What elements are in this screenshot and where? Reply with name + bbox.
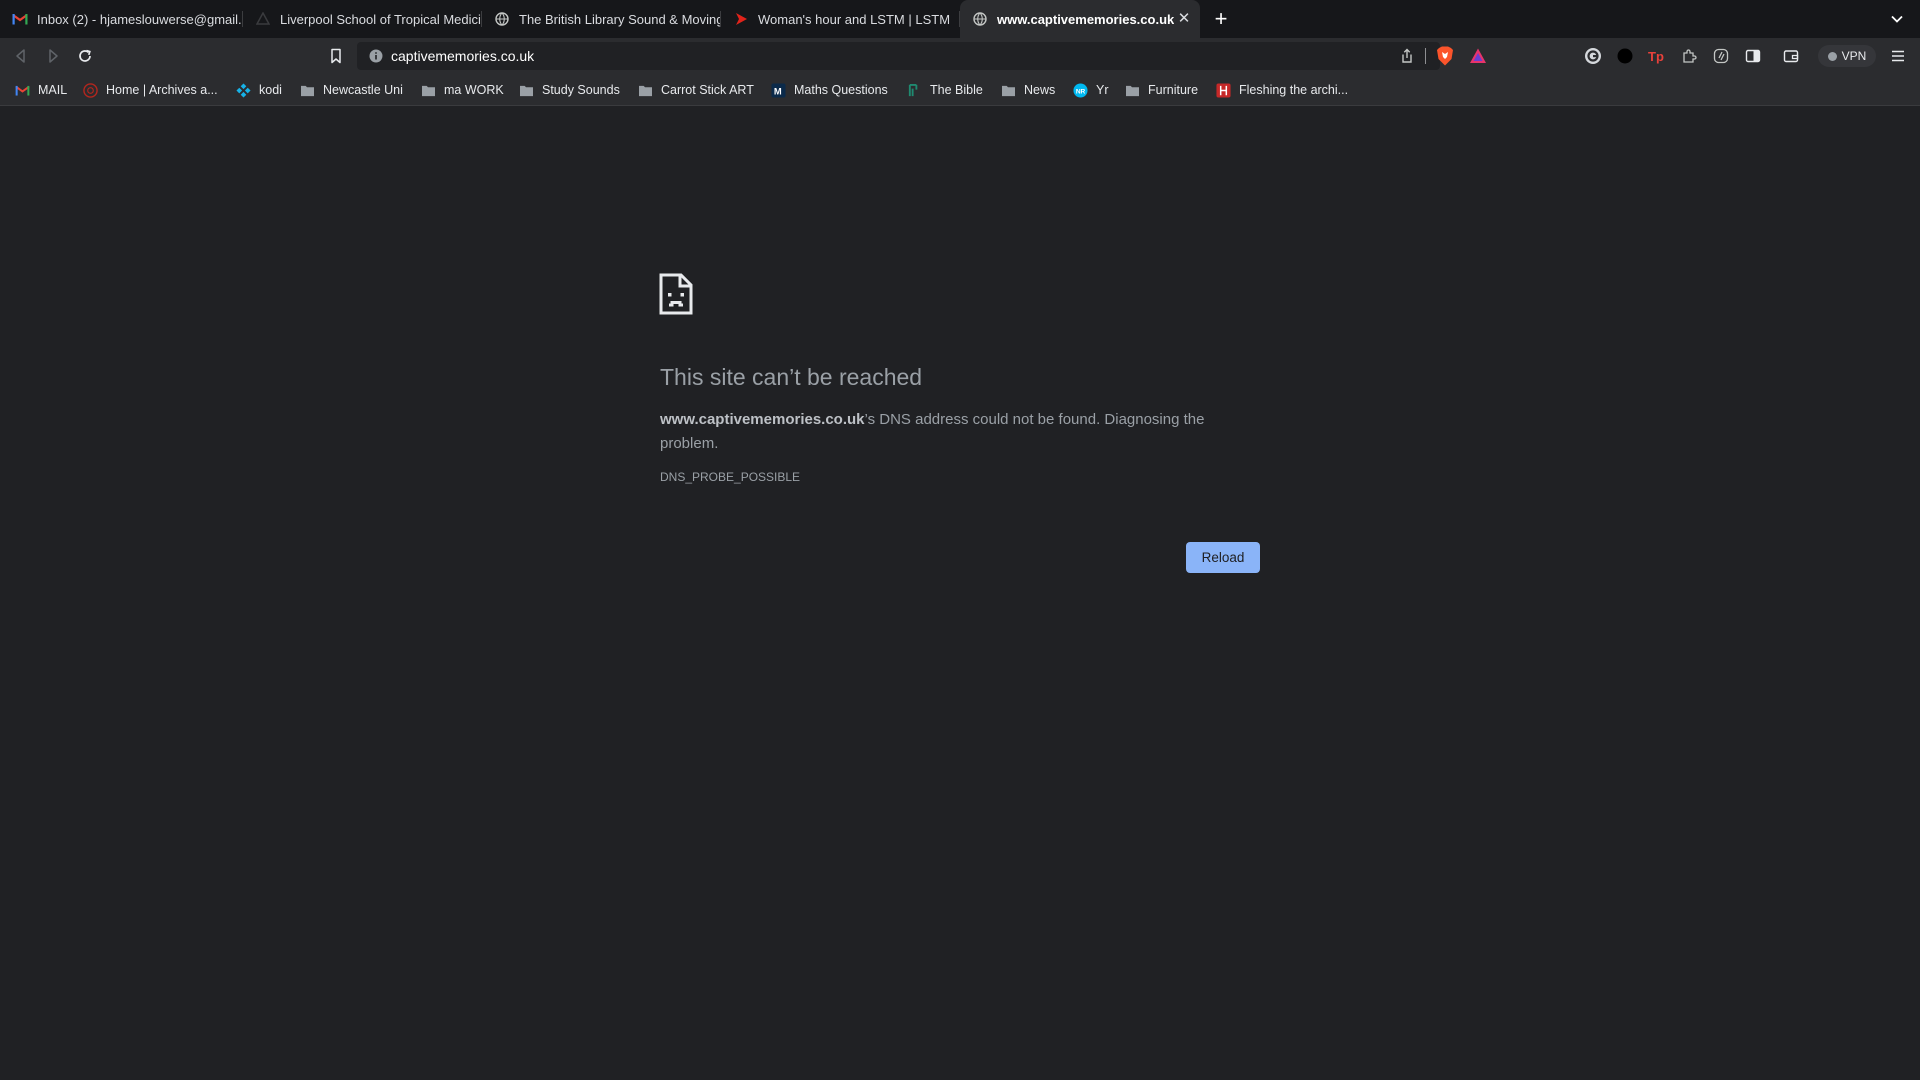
error-description: www.captivememories.co.uk’s DNS address …	[660, 408, 1240, 456]
tab-title: Liverpool School of Tropical Medicine	[280, 11, 482, 27]
bookmark-label: Furniture	[1148, 83, 1199, 97]
tab-womans-hour[interactable]: Woman's hour and LSTM | LSTM	[721, 0, 960, 38]
tab-title: Woman's hour and LSTM | LSTM	[758, 11, 951, 27]
bookmark-label: Study Sounds	[542, 83, 620, 97]
brave-shields-icon[interactable]	[1436, 46, 1454, 66]
folder-icon	[637, 82, 653, 98]
bookmark-the-bible[interactable]: The Bible	[906, 81, 983, 99]
bookmark-label: Newcastle Uni	[323, 83, 403, 97]
archives-icon	[82, 82, 98, 98]
bookmark-label: Fleshing the archi...	[1239, 83, 1349, 97]
globe-icon	[972, 11, 988, 27]
reload-icon	[79, 49, 91, 62]
bookmark-label: kodi	[259, 83, 282, 97]
vpn-label: VPN	[1841, 49, 1867, 63]
reload-toolbar-button[interactable]	[75, 46, 95, 66]
divider	[1425, 48, 1426, 64]
bookmark-label: The Bible	[930, 83, 983, 97]
tab-strip: Inbox (2) - hjameslouwerse@gmail.com Liv…	[0, 0, 1920, 38]
forward-button[interactable]	[43, 46, 63, 66]
error-title: This site can’t be reached	[660, 364, 923, 390]
tab-lstm[interactable]: Liverpool School of Tropical Medicine	[243, 0, 482, 38]
lstm-red-icon	[733, 11, 749, 27]
bible-icon	[906, 82, 922, 98]
bookmark-folder-newcastle-uni[interactable]: Newcastle Uni	[299, 81, 403, 99]
tab-british-library[interactable]: The British Library Sound & Moving Image	[482, 0, 721, 38]
bookmark-archives[interactable]: Home | Archives a...	[82, 81, 218, 99]
tab-gmail-inbox[interactable]: Inbox (2) - hjameslouwerse@gmail.com	[0, 0, 243, 38]
share-icon[interactable]	[1399, 48, 1415, 64]
bookmark-folder-news[interactable]: News	[1000, 81, 1055, 99]
globe-icon	[494, 11, 510, 27]
bookmark-folder-study-sounds[interactable]: Study Sounds	[518, 81, 620, 99]
bookmark-mail[interactable]: MAIL	[14, 81, 67, 99]
toolbar: captivememories.co.uk Tp VPN	[0, 38, 1920, 74]
address-bar[interactable]: captivememories.co.uk	[357, 42, 1486, 70]
bookmark-label: MAIL	[38, 83, 68, 97]
tab-title: www.captivememories.co.uk	[997, 11, 1175, 27]
site-info-icon[interactable]	[369, 49, 383, 63]
reload-button[interactable]: Reload	[1186, 542, 1260, 573]
bookmark-maths-questions[interactable]: M Maths Questions	[770, 81, 888, 99]
bookmark-label: ma WORK	[444, 83, 504, 97]
url-text[interactable]: captivememories.co.uk	[391, 48, 534, 64]
tab-captivememories[interactable]: www.captivememories.co.uk ✕	[960, 0, 1200, 38]
gmail-icon	[14, 82, 30, 98]
chevron-down-icon[interactable]	[1888, 10, 1906, 28]
tp-extension-icon[interactable]: Tp	[1647, 46, 1667, 66]
bookmark-label: Carrot Stick ART	[661, 83, 754, 97]
extensions-puzzle-icon[interactable]	[1679, 46, 1699, 66]
vpn-status-icon	[1827, 51, 1837, 61]
new-tab-button[interactable]: +	[1210, 8, 1232, 30]
gmail-icon	[12, 11, 28, 27]
error-domain: www.captivememories.co.uk	[660, 411, 865, 428]
folder-icon	[1000, 82, 1016, 98]
mathsgenie-icon: M	[770, 82, 786, 98]
bookmark-yr[interactable]: NR Yr	[1072, 81, 1109, 99]
folder-icon	[1124, 82, 1140, 98]
bookmark-folder-carrot-stick-art[interactable]: Carrot Stick ART	[637, 81, 754, 99]
bookmark-fleshing-the-archive[interactable]: Fleshing the archi...	[1215, 81, 1348, 99]
bookmark-folder-ma-work[interactable]: ma WORK	[420, 81, 504, 99]
bookmark-label: Maths Questions	[794, 83, 888, 97]
sidebar-toggle-icon[interactable]	[1743, 46, 1763, 66]
bookmarks-bar: MAIL Home | Archives a... kodi Newcastle…	[0, 74, 1920, 106]
folder-icon	[518, 82, 534, 98]
bookmark-button[interactable]	[326, 46, 346, 66]
kodi-icon	[235, 82, 251, 98]
tab-title: Inbox (2) - hjameslouwerse@gmail.com	[37, 11, 243, 27]
forward-arrow-icon	[49, 49, 58, 63]
yr-icon: NR	[1072, 82, 1088, 98]
sad-page-icon	[659, 273, 693, 315]
dark-circle-extension-icon[interactable]	[1615, 46, 1635, 66]
tab-title: The British Library Sound & Moving Image	[519, 11, 721, 27]
bookmark-folder-furniture[interactable]: Furniture	[1124, 81, 1198, 99]
fleshing-icon	[1215, 82, 1231, 98]
error-code: DNS_PROBE_POSSIBLE	[660, 470, 801, 484]
lstm-icon	[255, 11, 271, 27]
back-button[interactable]	[11, 46, 31, 66]
back-arrow-icon	[16, 49, 25, 63]
wallet-icon[interactable]	[1781, 46, 1801, 66]
bookmark-label: Home | Archives a...	[106, 83, 218, 97]
bookmark-label: Yr	[1096, 83, 1109, 97]
bookmark-label: News	[1024, 83, 1056, 97]
folder-icon	[299, 82, 315, 98]
bookmark-kodi[interactable]: kodi	[235, 81, 282, 99]
svg-text:NR: NR	[1075, 88, 1085, 95]
grammarly-extension-icon[interactable]	[1583, 46, 1603, 66]
menu-hamburger-icon[interactable]	[1888, 46, 1908, 66]
brave-rewards-icon[interactable]	[1469, 47, 1487, 65]
svg-text:Tp: Tp	[1648, 49, 1664, 64]
leo-ai-icon[interactable]	[1711, 46, 1731, 66]
bookmark-icon	[331, 48, 341, 64]
close-icon[interactable]: ✕	[1176, 11, 1192, 27]
svg-text:M: M	[773, 86, 781, 96]
folder-icon	[420, 82, 436, 98]
vpn-button[interactable]: VPN	[1818, 45, 1876, 67]
